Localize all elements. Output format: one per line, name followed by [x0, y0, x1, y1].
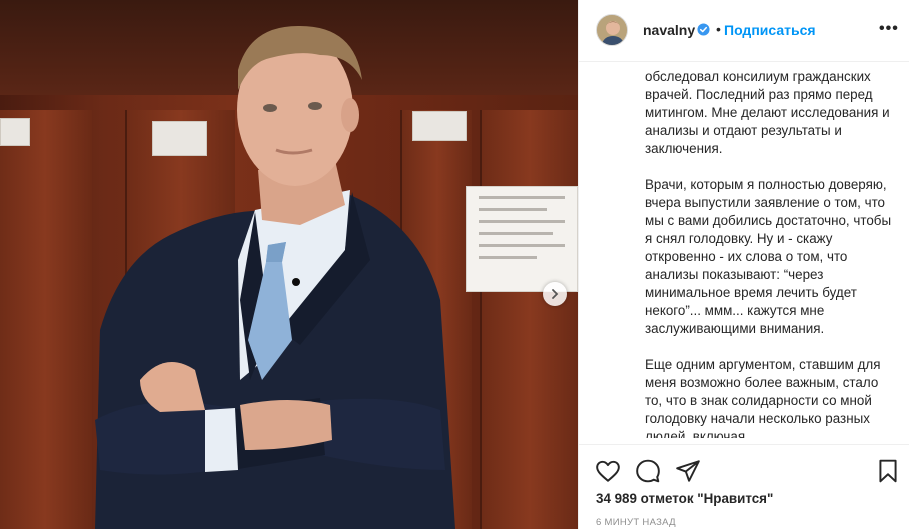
caption-text: обследовал консилиум гражданских врачей.… — [645, 68, 893, 444]
verified-badge-icon — [697, 23, 710, 36]
more-options-button[interactable]: ••• — [879, 20, 899, 38]
caption-paragraph: Еще одним аргументом, ставшим для меня в… — [645, 357, 881, 444]
post-actions: 34 989 отметок "Нравится" 6 МИНУТ НАЗАД — [579, 444, 909, 529]
post-timestamp[interactable]: 6 МИНУТ НАЗАД — [596, 517, 676, 528]
bookmark-icon[interactable] — [875, 458, 901, 484]
likes-count[interactable]: 34 989 отметок "Нравится" — [596, 491, 773, 506]
caption-paragraph: обследовал консилиум гражданских врачей.… — [645, 69, 890, 156]
caption-paragraph: Врачи, которым я полностью доверяю, вчер… — [645, 177, 892, 336]
chevron-right-icon — [552, 289, 559, 299]
username-link[interactable]: navalny — [643, 22, 695, 38]
post-details-panel: navalny • Подписаться ••• обследовал кон… — [578, 0, 909, 529]
avatar-image — [597, 15, 627, 45]
avatar[interactable] — [596, 14, 628, 46]
caption-scroll-area[interactable]: обследовал консилиум гражданских врачей.… — [579, 62, 909, 444]
photo-person — [95, 25, 455, 529]
carousel-next-button[interactable] — [543, 282, 567, 306]
post-photo[interactable] — [0, 0, 578, 529]
paper-plane-icon[interactable] — [675, 458, 701, 484]
follow-button[interactable]: Подписаться — [724, 22, 816, 38]
comment-icon[interactable] — [635, 458, 661, 484]
separator-dot: • — [716, 21, 721, 37]
heart-icon[interactable] — [595, 458, 621, 484]
post-header: navalny • Подписаться ••• — [579, 0, 909, 62]
